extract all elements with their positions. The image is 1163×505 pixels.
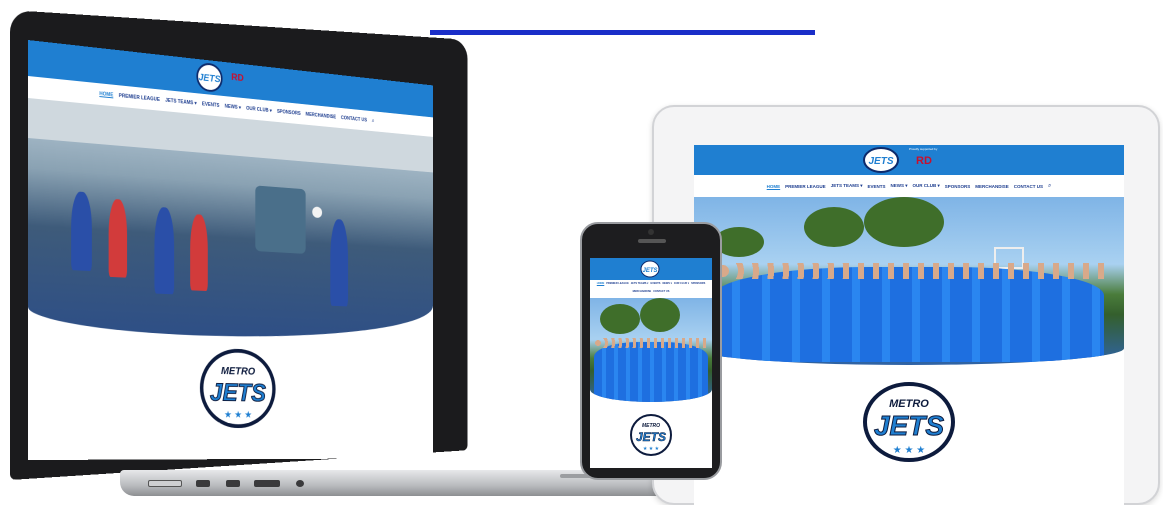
logo-large-text: JETS xyxy=(210,379,266,407)
accent-line xyxy=(430,30,815,35)
tablet-nav-jets-teams[interactable]: JETS TEAMS ▾ xyxy=(831,183,863,189)
hero-image-netball xyxy=(28,98,433,343)
tablet-sponsor-logo[interactable]: RD xyxy=(916,155,932,167)
tablet-logo-text: JETS xyxy=(868,156,893,167)
tablet-jets-logo-large-icon: METRO JETS ★ ★ ★ xyxy=(863,382,955,462)
search-icon[interactable]: ⌕ xyxy=(372,118,375,125)
svg-text:★ ★ ★: ★ ★ ★ xyxy=(643,446,660,452)
nav-home[interactable]: HOME xyxy=(99,91,113,98)
tablet-nav-events[interactable]: EVENTS xyxy=(867,184,885,189)
phone-nav-jets-teams[interactable]: JETS TEAMS ▾ xyxy=(631,282,649,285)
nav-contact-us[interactable]: CONTACT US xyxy=(341,115,367,123)
tablet-logo-large-small-text: METRO xyxy=(889,398,929,410)
tablet-logo-large-text: JETS xyxy=(874,410,944,441)
phone-nav-our-club[interactable]: OUR CLUB ▾ xyxy=(674,282,689,285)
phone-nav-merchandise[interactable]: MERCHANDISE xyxy=(633,290,652,293)
phone-screen: JETS HOME PREMIER LEAGUE JETS TEAMS ▾ EV… xyxy=(590,258,712,468)
phone-logo-large-text: JETS xyxy=(636,430,666,444)
tablet-hero-team-photo xyxy=(694,197,1124,365)
phone-jets-logo-large: METRO JETS ★ ★ ★ xyxy=(626,410,676,460)
nav-news[interactable]: NEWS ▾ xyxy=(225,104,241,111)
tablet-nav-news[interactable]: NEWS ▾ xyxy=(890,183,907,189)
phone-nav-sponsors[interactable]: SPONSORS xyxy=(691,282,705,285)
tablet-nav-contact-us[interactable]: CONTACT US xyxy=(1014,184,1043,189)
tablet-nav-our-club[interactable]: OUR CLUB ▾ xyxy=(912,183,939,189)
phone-nav-home[interactable]: HOME xyxy=(597,282,605,285)
sponsor-logo[interactable]: RD xyxy=(231,72,243,84)
tablet-nav-merchandise[interactable]: MERCHANDISE xyxy=(975,184,1009,189)
nav-premier-league[interactable]: PREMIER LEAGUE xyxy=(119,93,160,103)
svg-text:★ ★ ★: ★ ★ ★ xyxy=(893,445,925,456)
nav-merchandise[interactable]: MERCHANDISE xyxy=(306,112,337,121)
phone-frame: JETS HOME PREMIER LEAGUE JETS TEAMS ▾ EV… xyxy=(580,222,722,480)
phone-nav-events[interactable]: EVENTS xyxy=(650,282,660,285)
phone-site-nav: HOME PREMIER LEAGUE JETS TEAMS ▾ EVENTS … xyxy=(590,280,712,294)
tablet-nav-sponsors[interactable]: SPONSORS xyxy=(945,184,971,189)
nav-sponsors[interactable]: SPONSORS xyxy=(277,109,301,117)
tablet-site-header: JETS Proudly supported by RD xyxy=(694,145,1124,175)
phone-speaker xyxy=(638,239,666,243)
phone-logo-large-small-text: METRO xyxy=(642,423,660,429)
tablet-jets-logo-icon: JETS xyxy=(863,147,899,173)
jets-logo[interactable]: JETS xyxy=(195,61,225,95)
phone-jets-logo[interactable]: JETS xyxy=(640,260,660,278)
svg-text:★ ★ ★: ★ ★ ★ xyxy=(224,410,252,421)
tablet-frame: JETS Proudly supported by RD HOME PREMIE… xyxy=(652,105,1160,505)
logo-text: JETS xyxy=(199,72,221,85)
nav-our-club[interactable]: OUR CLUB ▾ xyxy=(246,106,272,114)
jets-logo-large: METRO JETS ★ ★ ★ xyxy=(190,345,285,431)
tablet-search-icon[interactable]: ⌕ xyxy=(1048,183,1051,190)
tablet-jets-logo-large: METRO JETS ★ ★ ★ xyxy=(849,377,969,467)
logo-large-small-text: METRO xyxy=(221,365,256,377)
phone-nav-premier-league[interactable]: PREMIER LEAGUE xyxy=(606,282,629,285)
phone-site-header: JETS xyxy=(590,258,712,280)
tablet-sponsor-tag: Proudly supported by xyxy=(909,147,938,151)
phone-jets-logo-icon: JETS xyxy=(640,260,660,278)
phone-nav-news[interactable]: NEWS ▾ xyxy=(662,282,671,285)
tablet-site-nav: HOME PREMIER LEAGUE JETS TEAMS ▾ EVENTS … xyxy=(694,175,1124,197)
nav-jets-teams[interactable]: JETS TEAMS ▾ xyxy=(165,98,196,107)
phone-camera xyxy=(648,229,654,235)
phone-hero-team-photo xyxy=(590,298,712,402)
jets-logo-large-icon: METRO JETS ★ ★ ★ xyxy=(190,345,285,431)
phone-nav-contact-us[interactable]: CONTACT US xyxy=(653,290,669,293)
tablet-screen: JETS Proudly supported by RD HOME PREMIE… xyxy=(694,145,1124,505)
phone-jets-logo-large-icon: METRO JETS ★ ★ ★ xyxy=(630,414,672,456)
tablet-nav-home[interactable]: HOME xyxy=(767,184,781,189)
tablet-jets-logo[interactable]: JETS xyxy=(862,146,900,174)
phone-logo-text: JETS xyxy=(642,268,657,274)
laptop-screen: JETS RD HOME PREMIER LEAGUE JETS TEAMS ▾… xyxy=(28,40,433,460)
tablet-nav-premier-league[interactable]: PREMIER LEAGUE xyxy=(785,184,826,189)
nav-events[interactable]: EVENTS xyxy=(202,101,220,108)
jets-logo-icon: JETS xyxy=(195,61,225,95)
